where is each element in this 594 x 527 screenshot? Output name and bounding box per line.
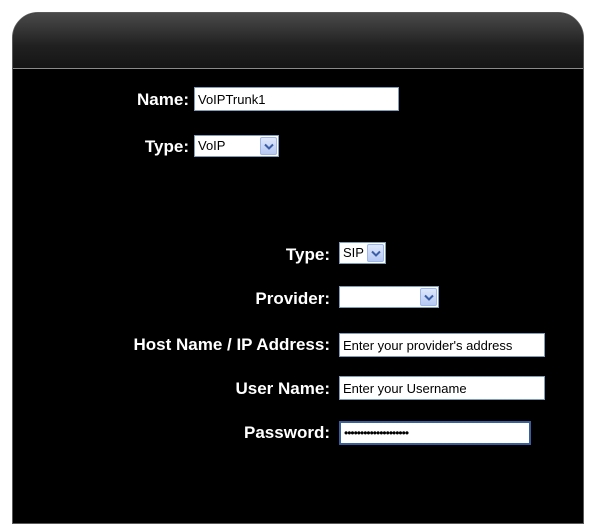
provider-select[interactable] bbox=[339, 286, 439, 308]
name-input[interactable] bbox=[194, 87, 399, 111]
protocol-type-value: SIP bbox=[343, 245, 364, 260]
host-label: Host Name / IP Address: bbox=[133, 335, 330, 354]
password-input[interactable] bbox=[339, 421, 531, 445]
protocol-type-select[interactable]: SIP bbox=[339, 242, 386, 264]
provider-label: Provider: bbox=[255, 289, 330, 308]
type-select-value: VoIP bbox=[198, 138, 226, 153]
name-label: Name: bbox=[137, 90, 189, 109]
protocol-type-label: Type: bbox=[285, 245, 330, 264]
type-label: Type: bbox=[144, 137, 189, 156]
chevron-down-icon[interactable] bbox=[260, 137, 277, 155]
chevron-down-icon[interactable] bbox=[367, 244, 384, 262]
type-select[interactable]: VoIP bbox=[194, 135, 279, 157]
panel-header bbox=[13, 13, 583, 69]
chevron-down-icon[interactable] bbox=[420, 288, 437, 306]
trunk-settings-panel: Name: Type: VoIP Type: SIP Provider: Hos… bbox=[12, 12, 584, 524]
host-address-input[interactable] bbox=[339, 333, 545, 357]
username-input[interactable] bbox=[339, 376, 545, 400]
username-label: User Name: bbox=[235, 379, 331, 398]
password-label: Password: bbox=[244, 423, 330, 442]
